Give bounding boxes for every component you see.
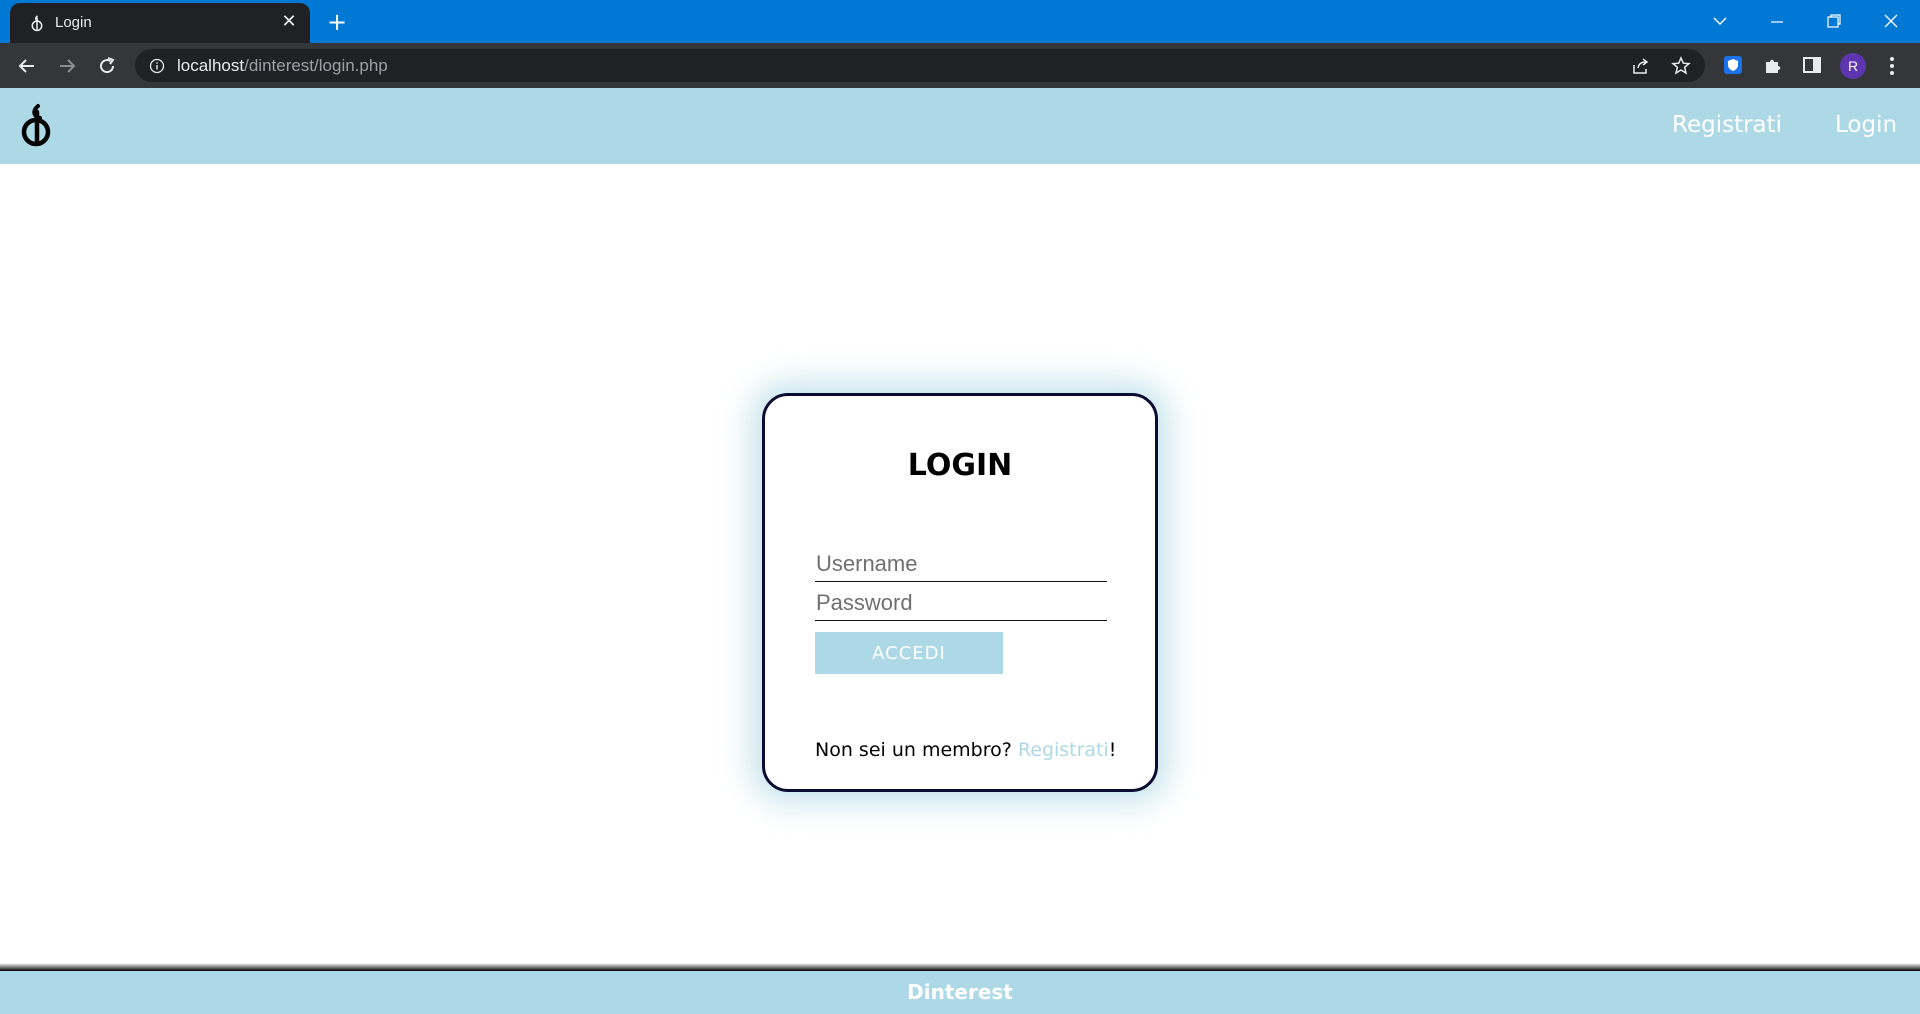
- password-field[interactable]: [815, 585, 1107, 621]
- address-bar[interactable]: localhost/dinterest/login.php: [135, 49, 1705, 82]
- flame-logo-icon[interactable]: [18, 102, 58, 148]
- browser-tab-strip: Login ✕ +: [0, 0, 1920, 43]
- footer-brand: Dinterest: [907, 980, 1013, 1004]
- signup-suffix: !: [1108, 739, 1117, 761]
- forward-arrow-icon[interactable]: [53, 52, 81, 80]
- site-footer: Dinterest: [0, 971, 1920, 1014]
- close-tab-icon[interactable]: ✕: [278, 11, 300, 33]
- browser-toolbar: localhost/dinterest/login.php R: [0, 43, 1920, 88]
- reload-icon[interactable]: [93, 52, 121, 80]
- bookmark-star-icon[interactable]: [1671, 56, 1691, 76]
- signup-link[interactable]: Registrati: [1018, 739, 1109, 761]
- side-panel-icon[interactable]: [1801, 54, 1823, 76]
- login-title: LOGIN: [907, 448, 1013, 483]
- signup-prompt: Non sei un membro? Registrati!: [815, 739, 1116, 761]
- site-favicon-icon: [28, 14, 46, 32]
- signup-prompt-text: Non sei un membro?: [815, 739, 1018, 761]
- username-field[interactable]: [815, 546, 1107, 582]
- minimize-icon[interactable]: [1754, 4, 1800, 36]
- site-info-icon[interactable]: [149, 58, 165, 74]
- extension-shield-icon[interactable]: [1722, 54, 1744, 76]
- browser-menu-icon[interactable]: [1882, 54, 1902, 78]
- profile-avatar[interactable]: R: [1840, 53, 1866, 79]
- share-icon[interactable]: [1631, 56, 1651, 76]
- extensions-puzzle-icon[interactable]: [1762, 54, 1784, 76]
- back-arrow-icon[interactable]: [13, 52, 41, 80]
- accedi-button[interactable]: ACCEDI: [815, 632, 1003, 674]
- browser-tab-login[interactable]: Login ✕: [10, 3, 310, 43]
- login-card: LOGIN ACCEDI Non sei un membro? Registra…: [762, 393, 1158, 792]
- url-text: localhost/dinterest/login.php: [177, 56, 388, 75]
- nav-link-registrati[interactable]: Registrati: [1672, 112, 1782, 138]
- footer-divider: [0, 963, 1920, 971]
- close-window-icon[interactable]: [1868, 4, 1914, 36]
- restore-window-icon[interactable]: [1811, 4, 1857, 36]
- tab-search-chevron-icon[interactable]: [1697, 4, 1743, 36]
- site-header: Registrati Login: [0, 88, 1920, 164]
- nav-link-login[interactable]: Login: [1835, 112, 1897, 138]
- new-tab-icon[interactable]: +: [322, 7, 352, 37]
- tab-title: Login: [55, 14, 92, 31]
